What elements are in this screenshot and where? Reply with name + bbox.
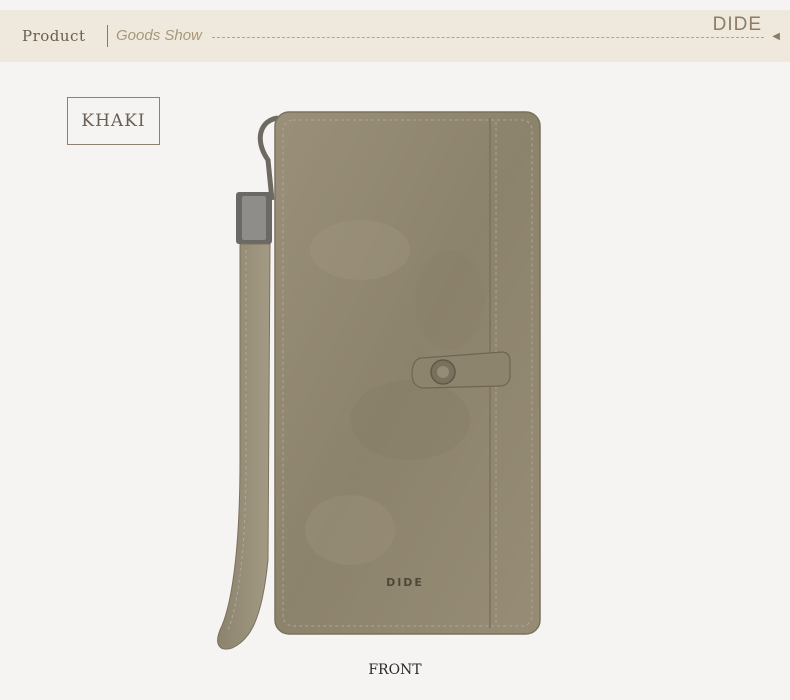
wallet-logo: DIDE: [386, 576, 424, 589]
view-caption: FRONT: [368, 662, 422, 678]
arrow-left-icon: ◀: [772, 31, 780, 42]
wrist-strap: [217, 243, 271, 650]
color-label-text: KHAKI: [81, 111, 146, 131]
header-dashed-line: [212, 37, 764, 38]
product-image: DIDE: [190, 100, 570, 664]
header-divider: [107, 25, 108, 47]
section-label: Product: [22, 27, 86, 45]
wallet-illustration: DIDE: [217, 111, 541, 650]
header-subtitle: Goods Show: [116, 27, 202, 44]
header-bar: Product Goods Show DIDE ◀: [0, 10, 790, 62]
snap-tab: [411, 351, 511, 389]
brand-name: DIDE: [712, 14, 762, 35]
color-label: KHAKI: [67, 97, 160, 145]
